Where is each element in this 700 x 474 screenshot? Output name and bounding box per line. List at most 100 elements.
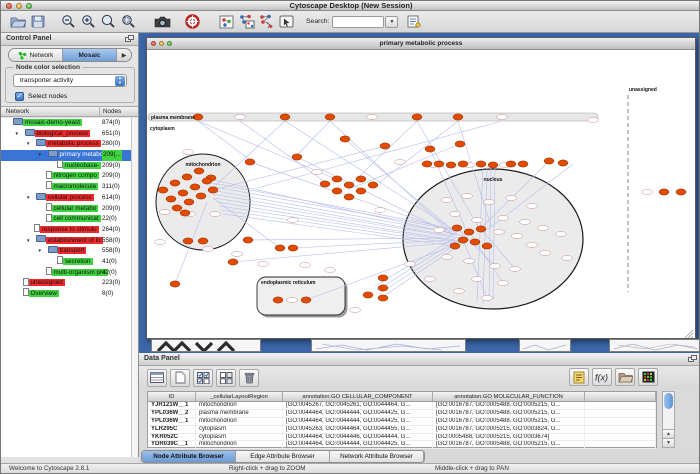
network-window-titlebar[interactable]: primary metabolic process: [147, 38, 695, 50]
scroll-up-arrow[interactable]: ▲: [663, 429, 674, 438]
tree-row-node-count: 280(0): [102, 139, 120, 150]
search-input[interactable]: [332, 16, 384, 28]
tree-row-unassigned[interactable]: unassigned223(0): [1, 278, 131, 289]
tab-node-attribute-browser[interactable]: Node Attribute Browser: [142, 451, 236, 462]
tree-row-node-count: 651(0): [102, 129, 120, 140]
function-builder-button[interactable]: f(x): [592, 368, 612, 386]
tree-expander-icon[interactable]: ▼: [26, 193, 30, 204]
search-dropdown-button[interactable]: ▼: [385, 16, 398, 28]
delete-attribute-trash-button[interactable]: [239, 369, 259, 387]
table-row[interactable]: YJR121W__1mitochondrion[GO:0045267, GO:0…: [148, 402, 656, 410]
zoom-out-icon[interactable]: [58, 12, 78, 31]
table-column-header[interactable]: annotation.GO MOLECULAR_FUNCTION: [433, 392, 585, 401]
tree-row-label: transport: [58, 247, 87, 254]
layout-network-icon[interactable]: [236, 12, 256, 31]
layout-region-icon[interactable]: [256, 12, 276, 31]
select-all-attributes-button[interactable]: [193, 369, 213, 387]
tree-row-transport[interactable]: ▼transport558(0): [1, 246, 131, 257]
network-view-window[interactable]: primary metabolic process plasma membran…: [146, 37, 696, 339]
heatmap-button[interactable]: [638, 368, 658, 386]
zoom-fit-icon[interactable]: [98, 12, 118, 31]
tree-row-macromolecule[interactable]: macromolecule311(0): [1, 182, 131, 193]
tree-row-mosaic-demo-yeast[interactable]: mosaic-demo-yeast874(0): [1, 118, 131, 129]
tree-row-cellular-metabo[interactable]: cellular metabo209(0): [1, 204, 131, 215]
float-panel-icon[interactable]: [125, 35, 134, 43]
tree-row-nucleobase-[interactable]: nucleobase-209(0): [1, 161, 131, 172]
import-attributes-folder-button[interactable]: [615, 368, 635, 386]
minimized-window-thumbnail[interactable]: [609, 339, 700, 352]
tree-row-secretion[interactable]: secretion41(0): [1, 257, 131, 268]
minimized-window-thumbnail[interactable]: [151, 339, 261, 352]
tree-expander-icon[interactable]: ▼: [26, 236, 30, 247]
tree-row-biological-process[interactable]: ▼biological_process651(0): [1, 129, 131, 140]
network-canvas[interactable]: plasma membranecytoplasmmitochondrionnuc…: [147, 50, 695, 340]
zoom-selected-icon[interactable]: [118, 12, 138, 31]
unselect-all-attributes-button[interactable]: [216, 369, 236, 387]
tree-row-response-to-stimulu[interactable]: response to stimulu264(0): [1, 225, 131, 236]
new-attribute-button[interactable]: [170, 369, 190, 387]
tab-network[interactable]: Network: [9, 49, 63, 61]
tab-edge-attribute-browser[interactable]: Edge Attribute Browser: [236, 451, 330, 462]
zoom-in-icon[interactable]: [78, 12, 98, 31]
attribute-list-button[interactable]: [569, 368, 589, 386]
minimized-window-thumbnail[interactable]: [519, 339, 571, 352]
svg-text:f(x): f(x): [595, 373, 608, 383]
table-cell: YLR295C: [148, 426, 196, 433]
vizmapper-icon[interactable]: [216, 12, 236, 31]
float-panel-icon[interactable]: [688, 355, 697, 363]
snapshot-camera-icon[interactable]: [152, 12, 172, 31]
tree-row-overview[interactable]: Overview8(0): [1, 289, 131, 300]
attribute-table[interactable]: ID_cellularLayoutRegionannotation.GO CEL…: [147, 391, 657, 448]
tree-scrollbar[interactable]: [131, 118, 138, 457]
select-nodes-checkbox[interactable]: ✓: [15, 92, 24, 101]
scroll-down-arrow[interactable]: ▼: [663, 438, 674, 447]
tree-expander-icon[interactable]: ▼: [38, 246, 42, 257]
status-bar: Welcome to Cytoscape 2.8.1 Right-click +…: [1, 463, 700, 474]
tab-overflow-arrow[interactable]: ▶: [117, 49, 131, 61]
tree-row-label: nitrogen compo: [52, 172, 99, 179]
table-column-header[interactable]: annotation.GO CELLULAR_COMPONENT: [283, 392, 433, 401]
document-icon: [46, 203, 52, 211]
control-panel-title: Control Panel: [1, 33, 138, 45]
tree-row-cellular-process[interactable]: ▼cellular process614(0): [1, 193, 131, 204]
table-column-header[interactable]: _cellularLayoutRegion: [196, 392, 283, 401]
window-title: Cytoscape Desktop (New Session): [1, 1, 700, 11]
table-cell: [GO:0005488, GO:0005215, GO:0003674]: [433, 434, 585, 441]
table-row[interactable]: YPL036W__2plasma membrane[GO:0044464, GO…: [148, 410, 656, 418]
tree-expander-icon[interactable]: ▼: [15, 129, 19, 140]
tree-row-node-count: 22(0): [102, 214, 117, 225]
tree-expander-icon[interactable]: ▼: [26, 139, 30, 150]
tree-expander-icon[interactable]: ▼: [38, 150, 42, 161]
table-column-header[interactable]: ID: [148, 392, 196, 401]
node-color-dropdown[interactable]: transporter activity ▲▼: [13, 74, 127, 87]
tree-row-label: cellular metabo: [52, 205, 99, 212]
tree-row-multi-organism-pro[interactable]: multi-organism pro42(0): [1, 268, 131, 279]
minimized-window-thumbnail[interactable]: [311, 339, 466, 352]
tree-row-label: cell communicat: [52, 215, 101, 222]
tab-mosaic[interactable]: Mosaic: [63, 49, 117, 61]
tree-row-label: primary metabo: [58, 151, 106, 158]
tree-row-nitrogen-compo[interactable]: nitrogen compo209(0): [1, 171, 131, 182]
table-scrollbar[interactable]: ▲ ▼: [662, 391, 675, 448]
table-cell: YPL036W__2: [148, 410, 196, 417]
svg-text:cytoplasm: cytoplasm: [150, 126, 175, 132]
tree-row-primary-metabo[interactable]: ▼primary metabo209(...: [1, 150, 131, 161]
open-session-button[interactable]: [8, 12, 28, 31]
tree-row-label: metabolic process: [46, 140, 101, 147]
help-lifesaver-icon[interactable]: [182, 12, 202, 31]
data-panel-title: Data Panel: [139, 353, 700, 365]
table-cell: mitochondrion: [196, 402, 283, 409]
table-row[interactable]: YKR052Ccytoplasm[GO:0044464, GO:0044446,…: [148, 434, 656, 442]
attribute-table-header[interactable]: ID_cellularLayoutRegionannotation.GO CEL…: [148, 392, 656, 402]
tab-network-attribute-browser[interactable]: Network Attribute Browser: [330, 451, 424, 462]
save-session-button[interactable]: [28, 12, 48, 31]
tree-row-metabolic-process[interactable]: ▼ metabolic process280(0): [1, 139, 131, 150]
search-config-icon[interactable]: [404, 12, 424, 31]
table-row[interactable]: YPL036W__1mitochondrion[GO:0044464, GO:0…: [148, 418, 656, 426]
select-attributes-button[interactable]: [147, 369, 167, 387]
table-row[interactable]: YLR295Ccytoplasm[GO:0045263, GO:0044464,…: [148, 426, 656, 434]
annotation-icon[interactable]: [276, 12, 296, 31]
tree-row-establishment-of-lo[interactable]: ▼establishment of lo558(0): [1, 236, 131, 247]
tree-row-cell-communicat[interactable]: cell communicat22(0): [1, 214, 131, 225]
scrollbar-thumb[interactable]: [664, 393, 673, 409]
